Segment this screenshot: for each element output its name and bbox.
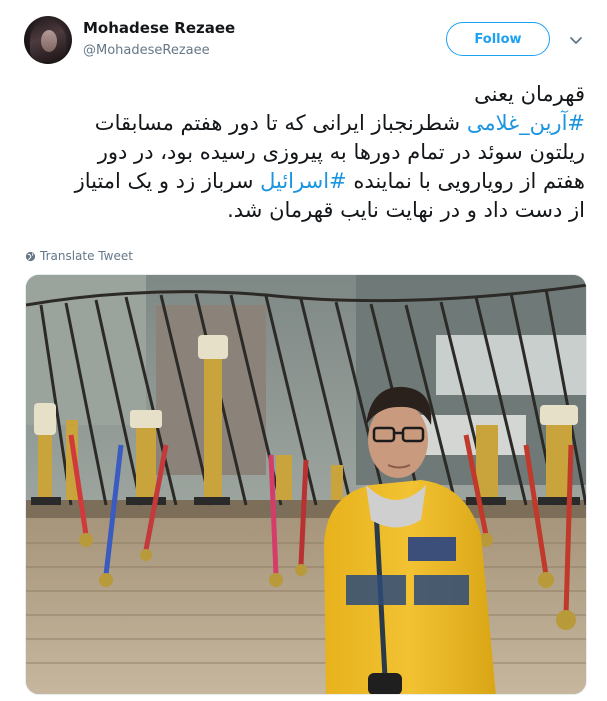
tweet-photo[interactable] bbox=[25, 274, 587, 695]
tweet-text-line: هفتم از رویارویی با نماینده #اسرائیل سرب… bbox=[24, 167, 585, 196]
tweet-text-line: از دست داد و در نهایت نایب قهرمان شد. bbox=[24, 196, 585, 225]
translate-tweet-link[interactable]: Translate Tweet bbox=[25, 249, 133, 263]
tweet-text-line: ریلتون سوئد در تمام دورها به پیروزی رسید… bbox=[24, 138, 585, 167]
tweet-text-segment: از دست داد و در نهایت نایب قهرمان شد. bbox=[227, 198, 585, 222]
hashtag-link[interactable]: #آرین_غلامی bbox=[467, 111, 585, 135]
tweet-text-segment: هفتم از رویارویی با نماینده bbox=[346, 169, 585, 193]
photo-illustration bbox=[26, 275, 586, 694]
tweet-text-segment: سرباز زد و یک امتیاز bbox=[74, 169, 261, 193]
tweet-card: Mohadese Rezaee @MohadeseRezaee Follow ق… bbox=[0, 0, 607, 701]
follow-button[interactable]: Follow bbox=[446, 22, 550, 56]
tweet-text-segment: قهرمان یعنی bbox=[474, 82, 585, 106]
tweet-text-segment: ریلتون سوئد در تمام دورها به پیروزی رسید… bbox=[97, 140, 585, 164]
tweet-header: Mohadese Rezaee @MohadeseRezaee Follow bbox=[24, 15, 587, 65]
avatar[interactable] bbox=[24, 16, 72, 64]
author-name[interactable]: Mohadese Rezaee bbox=[83, 19, 235, 37]
tweet-text-line: #آرین_غلامی شطرنجباز ایرانی که تا دور هف… bbox=[24, 109, 585, 138]
tweet-text-segment: شطرنجباز ایرانی که تا دور هفتم مسابقات bbox=[94, 111, 467, 135]
translate-label: Translate Tweet bbox=[40, 249, 133, 263]
chevron-down-icon[interactable] bbox=[569, 33, 583, 47]
tweet-text-line: قهرمان یعنی bbox=[24, 80, 585, 109]
hashtag-link[interactable]: #اسرائیل bbox=[260, 169, 347, 193]
tweet-text: قهرمان یعنی #آرین_غلامی شطرنجباز ایرانی ک… bbox=[24, 80, 585, 225]
avatar-face bbox=[41, 30, 57, 52]
globe-icon bbox=[25, 251, 36, 261]
author-handle[interactable]: @MohadeseRezaee bbox=[83, 43, 210, 58]
